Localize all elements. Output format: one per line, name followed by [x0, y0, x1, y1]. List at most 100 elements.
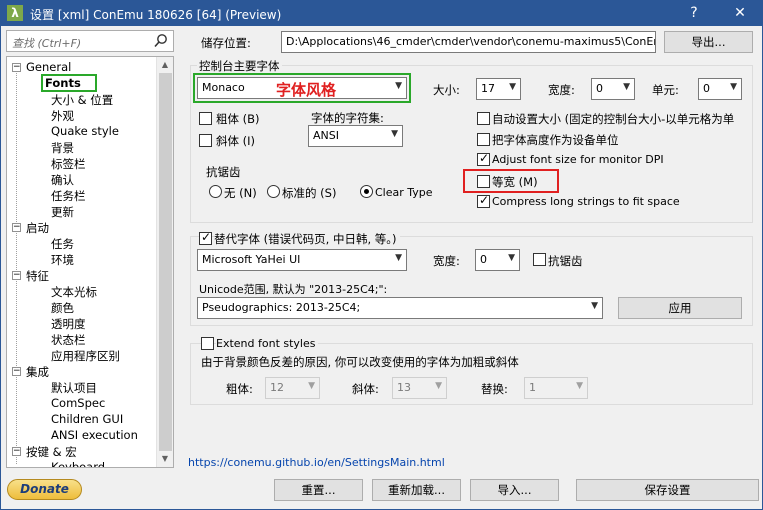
chevron-down-icon: ▼	[308, 381, 315, 391]
tree-item-11[interactable]: 任务	[51, 236, 74, 252]
help-button[interactable]: ?	[678, 0, 710, 26]
tree-item-23[interactable]: ANSI execution	[51, 428, 138, 442]
auto-size-label: 自动设置大小 (固定的控制台大小-以单元格为单	[492, 112, 735, 126]
tree-collapse-icon[interactable]: −	[12, 271, 21, 280]
scroll-thumb[interactable]	[159, 73, 172, 451]
reset-button[interactable]: 重置...	[274, 479, 363, 501]
tree-item-17[interactable]: 状态栏	[51, 332, 86, 348]
tree-item-16[interactable]: 透明度	[51, 316, 86, 332]
tree-item-5[interactable]: 背景	[51, 140, 74, 156]
tree-item-25[interactable]: Keyboard	[51, 460, 105, 467]
tree-item-22[interactable]: Children GUI	[51, 412, 123, 426]
storage-path-field[interactable]: D:\Applocations\46_cmder\cmder\vendor\co…	[281, 31, 656, 53]
tree-guide-line	[16, 69, 17, 464]
extend-italic-label: 斜体:	[352, 382, 379, 396]
tree-item-19[interactable]: 集成	[26, 364, 49, 380]
tree-item-2[interactable]: 大小 & 位置	[51, 92, 113, 108]
main-font-group-label: 控制台主要字体	[197, 58, 282, 74]
charset-combo[interactable]: ANSI ▼	[308, 125, 403, 147]
main-font-value: Monaco	[202, 81, 245, 94]
bold-checkbox[interactable]	[199, 112, 212, 125]
tree-item-7[interactable]: 确认	[51, 172, 74, 188]
extend-bold-combo[interactable]: 12 ▼	[265, 377, 320, 399]
alt-font-combo[interactable]: Microsoft YaHei UI ▼	[197, 249, 407, 271]
aa-none-radio[interactable]	[209, 185, 222, 198]
apply-button[interactable]: 应用	[618, 297, 742, 319]
search-input[interactable]: 查找 (Ctrl+F)	[6, 30, 174, 52]
antialias-group-label: 抗锯齿	[206, 165, 241, 179]
title-bar: λ 设置 [xml] ConEmu 180626 [64] (Preview) …	[0, 0, 763, 26]
adjust-dpi-checkbox[interactable]	[477, 151, 490, 166]
width-combo[interactable]: 0 ▼	[591, 78, 635, 100]
italic-label: 斜体 (I)	[216, 134, 256, 148]
alt-antialias-checkbox[interactable]	[533, 253, 546, 266]
chevron-down-icon: ▼	[395, 81, 402, 91]
auto-size-checkbox[interactable]	[477, 112, 490, 125]
unicode-range-combo[interactable]: Pseudographics: 2013-25C4; ▼	[197, 297, 603, 319]
settings-help-link[interactable]: https://conemu.github.io/en/SettingsMain…	[188, 456, 445, 469]
tree-collapse-icon[interactable]: −	[12, 367, 21, 376]
italic-checkbox[interactable]	[199, 134, 212, 147]
tree-collapse-icon[interactable]: −	[12, 447, 21, 456]
alt-width-label: 宽度:	[433, 254, 460, 268]
aa-standard-label: 标准的 (S)	[282, 186, 337, 200]
tree-item-21[interactable]: ComSpec	[51, 396, 105, 410]
scroll-down-icon[interactable]: ▼	[157, 451, 173, 467]
tree-item-15[interactable]: 颜色	[51, 300, 74, 316]
bold-label: 粗体 (B)	[216, 112, 260, 126]
extend-italic-combo[interactable]: 13 ▼	[392, 377, 447, 399]
tree-item-3[interactable]: 外观	[51, 108, 74, 124]
aa-cleartype-label: Clear Type	[375, 186, 433, 199]
donate-button[interactable]: Donate	[7, 479, 82, 500]
tree-item-8[interactable]: 任务栏	[51, 188, 86, 204]
tree-item-4[interactable]: Quake style	[51, 124, 119, 138]
chevron-down-icon: ▼	[730, 82, 737, 92]
tree-item-20[interactable]: 默认项目	[51, 380, 97, 396]
tree-item-1[interactable]: Fonts	[41, 74, 97, 92]
tree-collapse-icon[interactable]: −	[12, 223, 21, 232]
search-icon[interactable]	[153, 33, 169, 49]
extend-font-checkbox[interactable]	[201, 337, 214, 350]
alt-font-label: 替代字体 (错误代码页, 中日韩, 等。)	[214, 231, 400, 247]
storage-label: 储存位置:	[201, 36, 251, 50]
tree-item-9[interactable]: 更新	[51, 204, 74, 220]
aa-cleartype-radio[interactable]	[360, 185, 373, 198]
cell-value: 0	[703, 82, 710, 95]
chevron-down-icon: ▼	[435, 381, 442, 391]
size-combo[interactable]: 17 ▼	[476, 78, 521, 100]
export-button[interactable]: 导出...	[664, 31, 753, 53]
window-title: 设置 [xml] ConEmu 180626 [64] (Preview)	[30, 8, 282, 22]
tree-collapse-icon[interactable]: −	[12, 63, 21, 72]
alt-font-checkbox[interactable]	[199, 230, 212, 245]
save-settings-button[interactable]: 保存设置	[576, 479, 759, 501]
reload-button[interactable]: 重新加载...	[372, 479, 461, 501]
alt-width-value: 0	[480, 253, 487, 266]
settings-tree[interactable]: ▲ ▼ − General Fonts 大小 & 位置 外观 Quake style 背景标…	[6, 56, 174, 468]
tree-item-12[interactable]: 环境	[51, 252, 74, 268]
font-height-units-checkbox[interactable]	[477, 133, 490, 146]
alt-width-combo[interactable]: 0 ▼	[475, 249, 520, 271]
monospace-checkbox[interactable]	[477, 175, 490, 188]
tree-item-0[interactable]: General	[26, 60, 71, 74]
adjust-dpi-label: Adjust font size for monitor DPI	[492, 153, 664, 166]
tree-item-6[interactable]: 标签栏	[51, 156, 86, 172]
scroll-up-icon[interactable]: ▲	[157, 57, 173, 73]
alt-font-value: Microsoft YaHei UI	[202, 253, 301, 266]
compress-checkbox[interactable]	[477, 193, 490, 208]
cell-combo[interactable]: 0 ▼	[698, 78, 742, 100]
aa-none-label: 无 (N)	[224, 186, 257, 200]
tree-item-13[interactable]: 特征	[26, 268, 49, 284]
aa-standard-radio[interactable]	[267, 185, 280, 198]
tree-item-24[interactable]: 按键 & 宏	[26, 444, 77, 460]
tree-scrollbar[interactable]: ▲ ▼	[156, 57, 173, 467]
extend-replace-combo[interactable]: 1 ▼	[524, 377, 588, 399]
close-button[interactable]: ✕	[724, 0, 756, 26]
charset-label: 字体的字符集:	[311, 111, 384, 125]
tree-item-14[interactable]: 文本光标	[51, 284, 97, 300]
chevron-down-icon: ▼	[591, 301, 598, 311]
tree-item-18[interactable]: 应用程序区别	[51, 348, 120, 364]
import-button[interactable]: 导入...	[470, 479, 559, 501]
monospace-label: 等宽 (M)	[492, 175, 538, 189]
extend-italic-value: 13	[397, 381, 411, 394]
tree-item-10[interactable]: 启动	[26, 220, 49, 236]
